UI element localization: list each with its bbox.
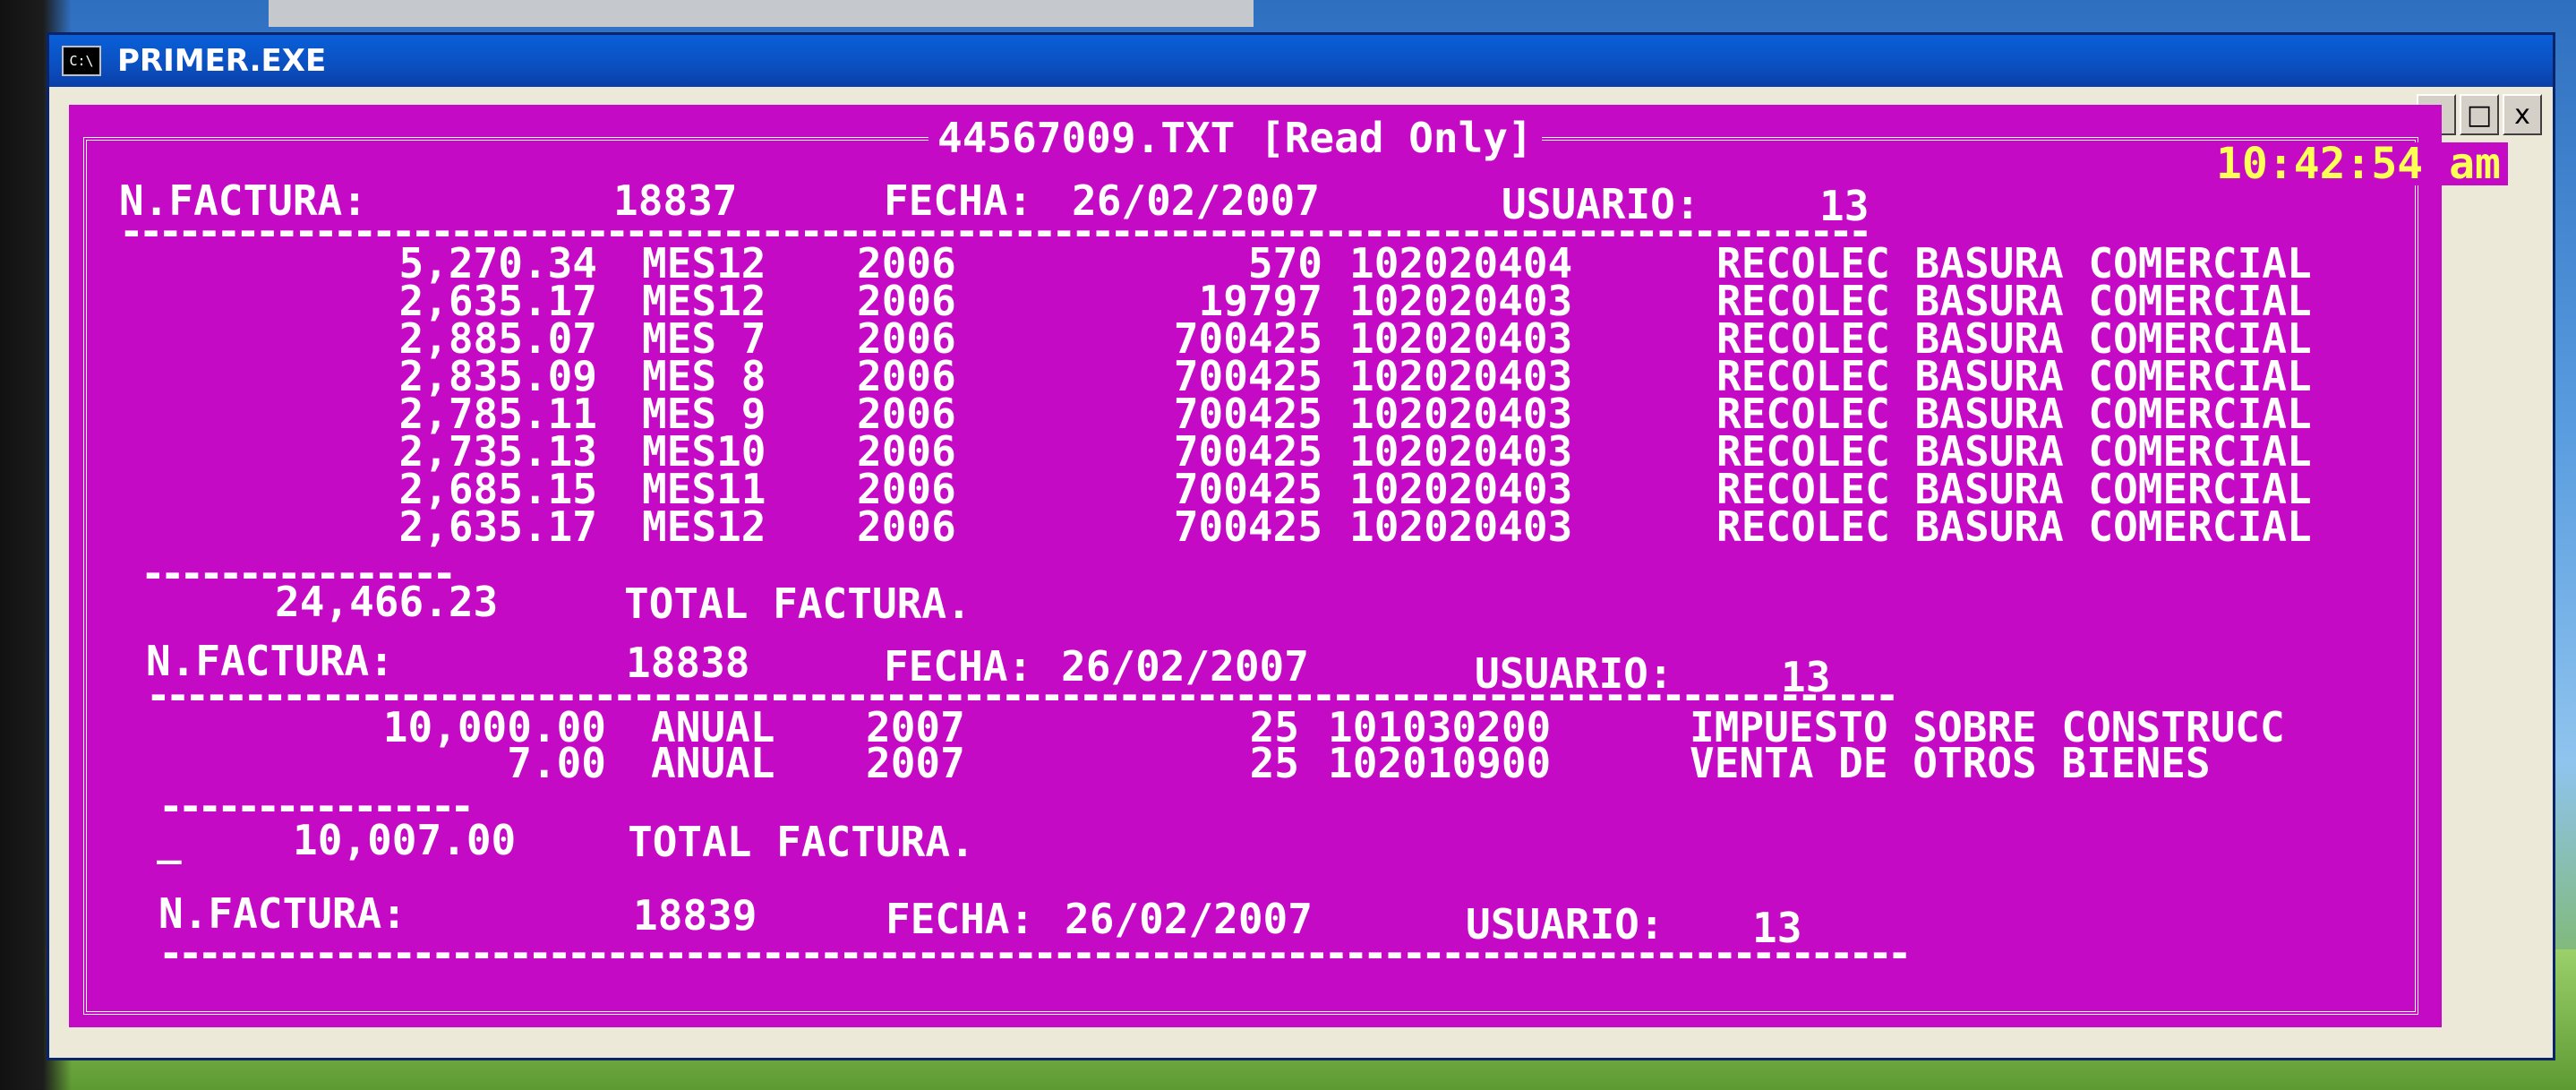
window-title: PRIMER.EXE xyxy=(117,43,327,79)
invoice-total: 24,466.23 xyxy=(275,578,499,626)
background-window-strip xyxy=(269,0,1254,27)
line-year: 2007 xyxy=(866,739,965,787)
divider: ----------------------------------------… xyxy=(158,929,1912,977)
line-code: 700425 xyxy=(1173,502,1322,551)
window-titlebar[interactable]: C:\ PRIMER.EXE xyxy=(49,35,2553,87)
line-account: 102020403 xyxy=(1349,502,1573,551)
line-amount: 7.00 xyxy=(507,739,606,787)
line-account: 102010900 xyxy=(1328,739,1552,787)
line-period: MES12 xyxy=(642,502,766,551)
total-label: TOTAL FACTURA. xyxy=(628,818,975,866)
maximize-button[interactable]: □ xyxy=(2460,94,2499,135)
console-window: C:\ PRIMER.EXE - □ x 44567009.TXT [Read … xyxy=(47,32,2555,1060)
line-year: 2006 xyxy=(857,502,956,551)
total-label: TOTAL FACTURA. xyxy=(624,579,971,628)
total-prefix: _ xyxy=(157,816,182,864)
divider: ----------------------------------------… xyxy=(119,207,1872,255)
invoice-total: 10,007.00 xyxy=(293,816,517,864)
file-title: 44567009.TXT [Read Only] xyxy=(929,117,1542,159)
line-amount: 2,635.17 xyxy=(398,502,597,551)
line-description: VENTA DE OTROS BIENES xyxy=(1690,739,2211,787)
line-description: RECOLEC BASURA COMERCIAL xyxy=(1716,502,2312,551)
clock: 10:42:54 am xyxy=(2209,142,2508,185)
line-period: ANUAL xyxy=(651,739,775,787)
close-button[interactable]: x xyxy=(2503,94,2542,135)
console-screen[interactable]: 44567009.TXT [Read Only] 10:42:54 am N.F… xyxy=(69,105,2508,1027)
line-code: 25 xyxy=(1249,739,1299,787)
console-icon: C:\ xyxy=(62,46,101,76)
